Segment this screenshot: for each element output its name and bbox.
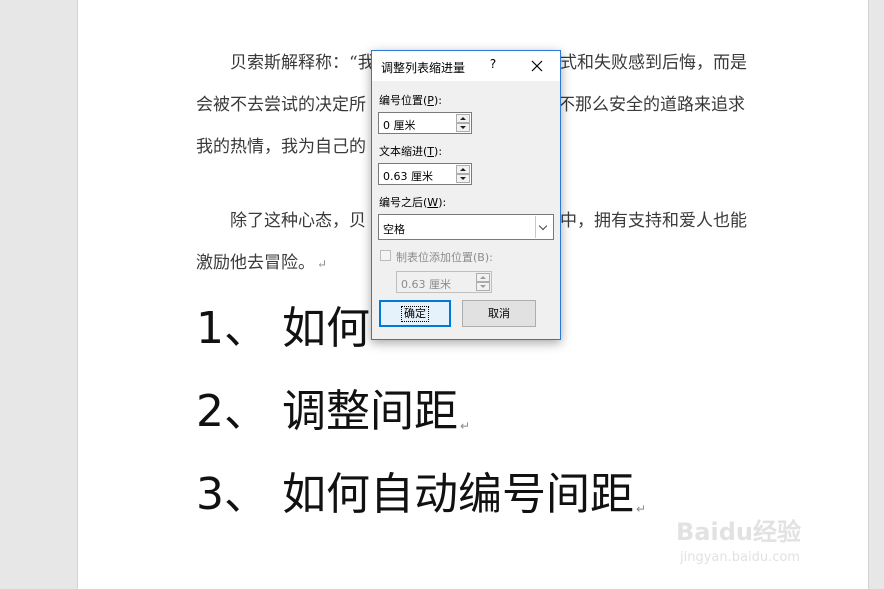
paragraph-1-line-2-left: 会被不去尝试的决定所 [196, 95, 366, 115]
tab-stop-spinner[interactable]: 0.63 厘米 [396, 271, 492, 293]
list-text: 如何自动编号间距 [282, 469, 634, 520]
dialog-title: 调整列表缩进量 [381, 61, 466, 75]
spin-up-icon[interactable] [456, 114, 470, 123]
paragraph-2-line-1-right: 中，拥有支持和爱人也能 [560, 211, 747, 231]
list-item-3: 3、 如何自动编号间距 ↵ [196, 458, 646, 522]
watermark-brand: Baidu经验 [676, 518, 801, 546]
text-indent-spinner[interactable]: 0.63 厘米 [378, 163, 472, 185]
list-number: 2、 [196, 386, 268, 437]
paragraph-1-line-3: 我的热情，我为自己的 [196, 137, 366, 157]
paragraph-1-line-1-right: 式和失败感到后悔，而是 [560, 53, 747, 73]
dialog-title-bar[interactable]: 调整列表缩进量 ? [372, 51, 560, 81]
follow-number-select[interactable]: 空格 [378, 214, 554, 240]
number-position-spinner[interactable]: 0 厘米 [378, 112, 472, 134]
close-icon [531, 60, 543, 72]
list-number: 1、 [196, 303, 268, 354]
ok-button[interactable]: 确定 [379, 300, 451, 327]
list-item-1: 1、 如何 [196, 292, 370, 356]
tab-stop-value: 0.63 厘米 [401, 278, 451, 291]
cancel-button[interactable]: 取消 [462, 300, 536, 327]
paragraph-1-line-1: 贝索斯解释称：“我 [230, 48, 375, 73]
help-button[interactable]: ? [485, 57, 501, 75]
follow-number-label: 编号之后(W): [379, 196, 447, 209]
text-indent-value[interactable]: 0.63 厘米 [383, 168, 433, 184]
adjust-list-indents-dialog[interactable]: 调整列表缩进量 ? 编号位置(P): 0 厘米 文本缩进(T): 0.63 厘米… [371, 50, 561, 340]
number-position-value[interactable]: 0 厘米 [383, 117, 416, 133]
tab-stop-checkbox[interactable] [380, 250, 391, 261]
paragraph-mark: ↵ [636, 502, 647, 516]
paragraph-1-line-1-text: 贝索斯解释称：“我 [230, 53, 375, 73]
spin-down-icon[interactable] [476, 282, 490, 291]
spin-up-icon[interactable] [456, 165, 470, 174]
tab-stop-label: 制表位添加位置(B): [396, 251, 493, 264]
paragraph-2-line-2: 激励他去冒险。 ↵ [196, 253, 328, 273]
list-number: 3、 [196, 469, 268, 520]
paragraph-mark: ↵ [460, 419, 471, 433]
list-text: 如何 [282, 303, 370, 354]
close-button[interactable] [528, 57, 546, 75]
watermark-url: jingyan.baidu.com [680, 550, 800, 565]
number-position-label: 编号位置(P): [379, 94, 442, 107]
list-text: 调整间距 [282, 386, 458, 437]
paragraph-mark: ↵ [317, 257, 328, 271]
paragraph-2-line-1-left: 除了这种心态，贝 [230, 211, 366, 231]
follow-number-value: 空格 [383, 223, 405, 236]
spin-down-icon[interactable] [456, 123, 470, 132]
list-item-2: 2、 调整间距 ↵ [196, 375, 470, 439]
paragraph-1-line-2-right: 不那么安全的道路来追求 [558, 95, 745, 115]
spin-down-icon[interactable] [456, 174, 470, 183]
text-indent-label: 文本缩进(T): [379, 145, 443, 158]
chevron-down-icon[interactable] [535, 216, 552, 238]
spin-up-icon[interactable] [476, 273, 490, 282]
